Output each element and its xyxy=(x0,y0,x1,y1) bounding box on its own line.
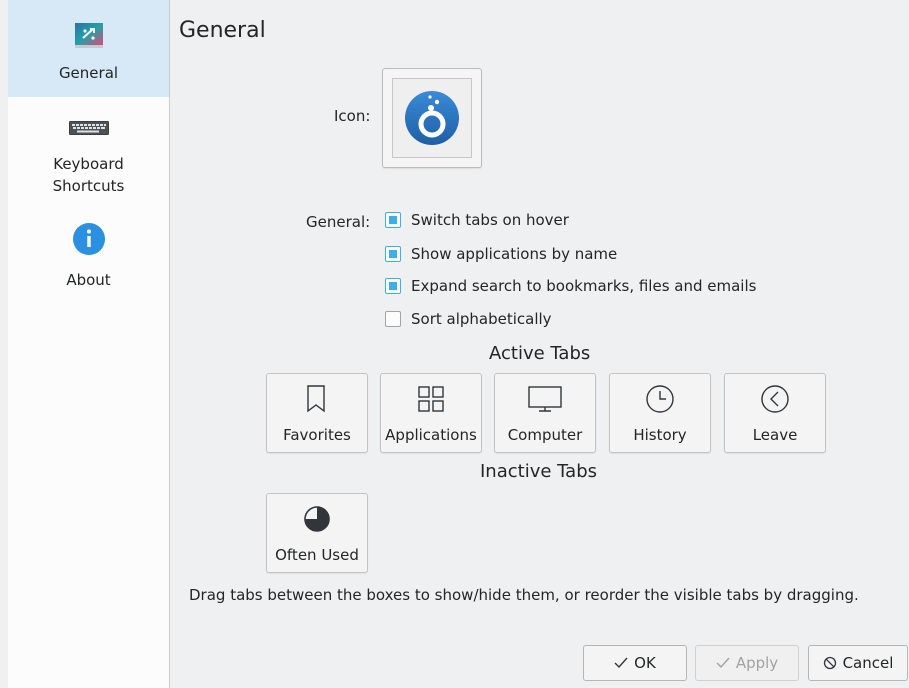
checkbox-label: Show applications by name xyxy=(411,245,618,263)
kickoff-launcher-icon xyxy=(402,86,462,150)
sidebar-item-label: Keyboard Shortcuts xyxy=(52,155,125,195)
active-tabs-title: Active Tabs xyxy=(489,343,591,364)
checkmark-icon xyxy=(614,657,628,669)
checkbox-label: Sort alphabetically xyxy=(411,310,552,328)
tab-history[interactable]: History xyxy=(609,373,711,453)
checkbox-box[interactable] xyxy=(385,278,401,294)
tab-often-used[interactable]: Often Used xyxy=(266,493,368,573)
info-icon xyxy=(71,221,107,263)
checkbox-label: Switch tabs on hover xyxy=(411,211,569,229)
sidebar-item-about[interactable]: About xyxy=(8,221,169,291)
sidebar-item-label: About xyxy=(66,271,111,289)
checkbox-label: Expand search to bookmarks, files and em… xyxy=(411,277,757,295)
tab-label: Applications xyxy=(385,426,477,444)
main-panel: General Icon: General: Switch tabs on ho… xyxy=(170,0,909,688)
settings-window: General Keyboard Shortcuts About General… xyxy=(0,0,909,688)
bookmark-icon xyxy=(305,384,329,414)
tab-label: Computer xyxy=(507,426,583,444)
cancel-button[interactable]: Cancel xyxy=(808,645,908,681)
leave-icon xyxy=(760,384,790,414)
show-apps-by-name-checkbox[interactable]: Show applications by name xyxy=(385,245,617,263)
ok-button[interactable]: OK xyxy=(583,645,687,681)
tab-applications[interactable]: Applications xyxy=(380,373,482,453)
ok-button-label: OK xyxy=(634,654,656,672)
apply-button-label: Apply xyxy=(735,654,779,672)
tab-favorites[interactable]: Favorites xyxy=(266,373,368,453)
cancel-button-label: Cancel xyxy=(842,654,894,672)
cancel-icon xyxy=(823,656,837,670)
tab-leave[interactable]: Leave xyxy=(724,373,826,453)
inactive-tabs-title: Inactive Tabs xyxy=(480,461,597,482)
tab-computer[interactable]: Computer xyxy=(494,373,596,453)
checkbox-box[interactable] xyxy=(385,212,401,228)
tab-label: History xyxy=(633,426,687,444)
sidebar-item-keyboard-shortcuts[interactable]: Keyboard Shortcuts xyxy=(8,119,169,197)
sidebar: General Keyboard Shortcuts About xyxy=(8,0,170,688)
computer-icon xyxy=(527,384,563,414)
icon-label: Icon: xyxy=(334,107,371,125)
sidebar-item-label: General xyxy=(58,64,119,82)
expand-search-checkbox[interactable]: Expand search to bookmarks, files and em… xyxy=(385,277,756,295)
general-options-label: General: xyxy=(306,213,371,231)
pie-chart-icon xyxy=(302,504,332,534)
tab-label: Favorites xyxy=(283,426,351,444)
switch-tabs-on-hover-checkbox[interactable]: Switch tabs on hover xyxy=(385,211,569,229)
apply-button[interactable]: Apply xyxy=(695,645,799,681)
plasma-settings-icon xyxy=(73,22,105,56)
checkbox-box[interactable] xyxy=(385,311,401,327)
sort-alphabetically-checkbox[interactable]: Sort alphabetically xyxy=(385,310,552,328)
icon-picker-button[interactable] xyxy=(382,68,482,168)
keyboard-icon xyxy=(68,119,109,141)
clock-icon xyxy=(645,384,675,414)
tab-label: Leave xyxy=(752,426,798,444)
tab-label: Often Used xyxy=(275,546,359,564)
drag-hint-text: Drag tabs between the boxes to show/hide… xyxy=(189,586,859,604)
checkbox-box[interactable] xyxy=(385,246,401,262)
page-title: General xyxy=(179,18,266,43)
applications-grid-icon xyxy=(416,384,446,414)
sidebar-item-general[interactable]: General xyxy=(8,0,169,97)
checkmark-icon xyxy=(716,657,730,669)
